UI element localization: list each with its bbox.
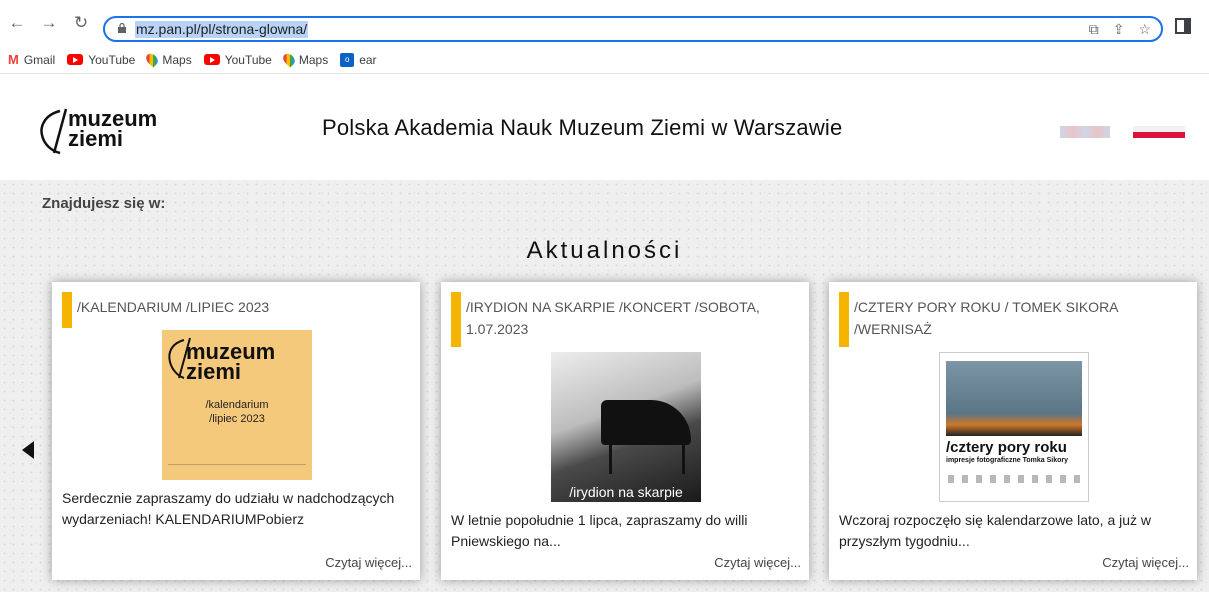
reload-icon[interactable]: ↻	[72, 14, 90, 32]
youtube-icon	[67, 54, 84, 65]
section-title: Aktualności	[526, 237, 683, 264]
sponsor-logos	[168, 464, 306, 474]
piano-shape	[601, 400, 691, 445]
translate-icon[interactable]: ⧉	[1089, 21, 1099, 38]
card-image[interactable]: /cztery pory roku impresje fotograficzne…	[939, 352, 1089, 502]
polish-flag-icon[interactable]	[1133, 126, 1185, 138]
card-excerpt: Wczoraj rozpoczęło się kalendarzowe lato…	[839, 512, 1152, 549]
carousel-prev-icon[interactable]	[22, 441, 34, 459]
read-more-link[interactable]: Czytaj więcej...	[1102, 555, 1189, 570]
card-title[interactable]: /CZTERY PORY ROKU / TOMEK SIKORA /WERNIS…	[854, 296, 1189, 340]
card-accent-bar	[839, 292, 849, 347]
share-icon[interactable]: ⇪	[1113, 21, 1125, 38]
bookmark-youtube[interactable]: YouTube	[67, 53, 135, 67]
maps-icon	[144, 51, 161, 68]
card-title[interactable]: /IRYDION NA SKARPIE /KONCERT /SOBOTA, 1.…	[466, 296, 801, 340]
bookmark-maps-2[interactable]: Maps	[280, 51, 329, 68]
image-caption: /kalendarium /lipiec 2023	[205, 399, 269, 425]
url-text[interactable]: mz.pan.pl/pl/strona-glowna/	[135, 21, 309, 38]
bookmark-maps[interactable]: Maps	[144, 51, 192, 68]
site-header: muzeum ziemi Polska Akademia Nauk Muzeum…	[0, 75, 1209, 180]
image-caption: /cztery pory roku	[946, 439, 1067, 456]
read-more-link[interactable]: Czytaj więcej...	[714, 555, 801, 570]
forward-icon[interactable]: →	[40, 14, 58, 32]
news-card[interactable]: /CZTERY PORY ROKU / TOMEK SIKORA /WERNIS…	[829, 282, 1197, 580]
card-image[interactable]: muzeum ziemi /kalendarium /lipiec 2023	[162, 330, 312, 480]
browser-toolbar: ← → ↻ mz.pan.pl/pl/strona-glowna/ ⧉ ⇪ ☆	[0, 0, 1209, 46]
english-flag-icon[interactable]	[1060, 126, 1110, 138]
bookmark-outlook[interactable]: o ear	[340, 52, 377, 67]
museum-logo[interactable]: muzeum ziemi	[38, 107, 178, 157]
bookmark-label: YouTube	[88, 52, 136, 67]
card-excerpt: Serdecznie zapraszamy do udziału w nadch…	[62, 490, 395, 527]
bookmark-youtube-2[interactable]: YouTube	[203, 52, 272, 67]
logo-text: muzeum ziemi	[68, 106, 158, 151]
card-accent-bar	[62, 292, 72, 328]
gmail-icon: M	[8, 52, 19, 67]
image-logo-text: muzeum ziemi	[186, 339, 276, 384]
card-image[interactable]: /irydion na skarpie	[551, 352, 701, 502]
news-card[interactable]: /IRYDION NA SKARPIE /KONCERT /SOBOTA, 1.…	[441, 282, 809, 580]
bookmark-star-icon[interactable]: ☆	[1138, 21, 1151, 38]
sponsor-logos	[948, 475, 1080, 483]
piano-legs	[609, 444, 685, 474]
image-subcaption: impresje fotograficzne Tomka Sikory	[946, 457, 1069, 464]
bookmark-label: Gmail	[23, 52, 56, 67]
bookmarks-bar: M Gmail YouTube Maps YouTube Maps o ear	[0, 46, 1209, 74]
bookmark-label: YouTube	[224, 52, 272, 67]
maps-icon	[280, 51, 297, 68]
bookmark-label: Maps	[162, 52, 192, 67]
bookmark-gmail[interactable]: M Gmail	[8, 52, 55, 67]
card-accent-bar	[451, 292, 461, 347]
main-content: Znajdujesz się w: Aktualności /KALENDARI…	[0, 180, 1209, 592]
youtube-icon	[203, 54, 220, 65]
bookmark-label: ear	[359, 52, 377, 67]
page-title: Polska Akademia Nauk Muzeum Ziemi w Wars…	[322, 115, 843, 140]
logo-bracket-icon	[40, 108, 68, 155]
side-panel-icon[interactable]	[1175, 18, 1191, 34]
card-title[interactable]: /KALENDARIUM /LIPIEC 2023	[77, 296, 412, 318]
breadcrumb: Znajdujesz się w:	[42, 195, 166, 212]
card-excerpt: W letnie popołudnie 1 lipca, zapraszamy …	[451, 512, 748, 549]
outlook-icon: o	[340, 52, 355, 67]
back-icon[interactable]: ←	[8, 14, 26, 32]
lock-icon[interactable]	[117, 23, 127, 33]
address-bar[interactable]: mz.pan.pl/pl/strona-glowna/ ⧉ ⇪ ☆	[103, 16, 1163, 42]
news-card[interactable]: /KALENDARIUM /LIPIEC 2023 muzeum ziemi /…	[52, 282, 420, 580]
read-more-link[interactable]: Czytaj więcej...	[325, 555, 412, 570]
bookmark-label: Maps	[298, 52, 329, 67]
photo-sky	[946, 361, 1082, 436]
image-caption: /irydion na skarpie	[569, 484, 683, 500]
